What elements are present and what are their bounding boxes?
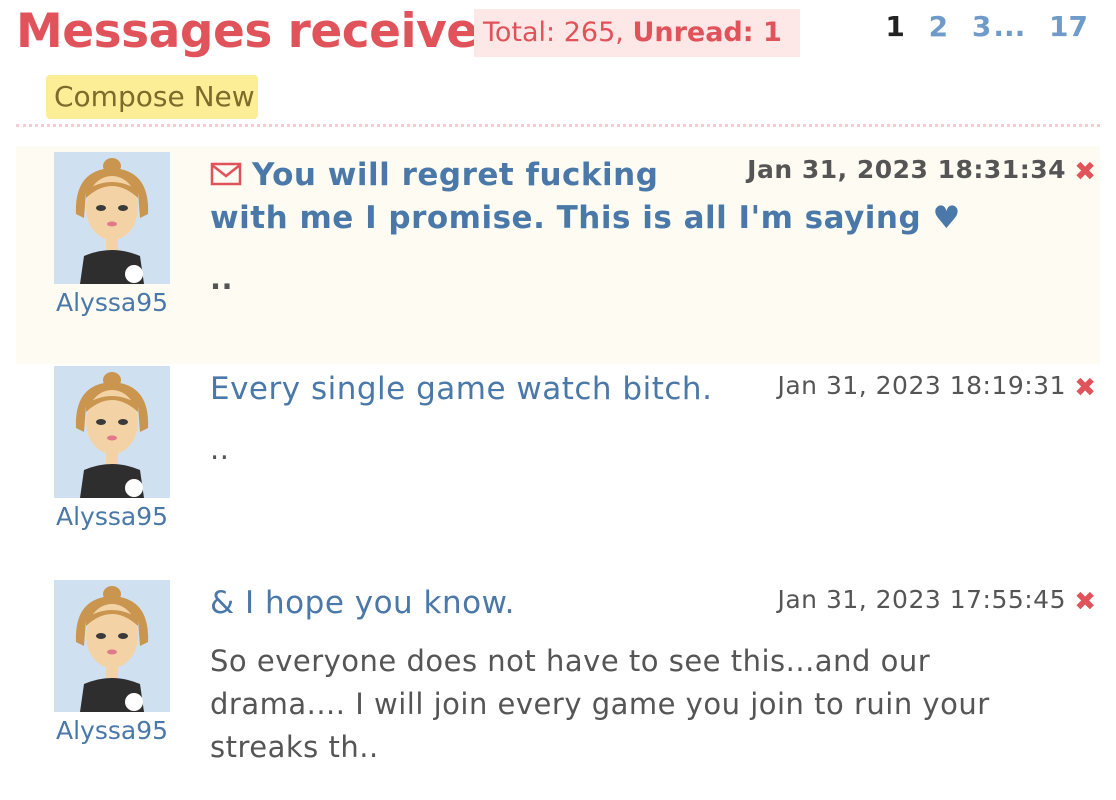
delete-icon[interactable]: ✖: [1074, 373, 1096, 403]
preview-line-1: So everyone does not have to see this...…: [210, 644, 931, 678]
sender-name[interactable]: Alyssa95: [54, 716, 170, 745]
message-subject[interactable]: & I hope you know.: [210, 582, 515, 625]
avatar[interactable]: [54, 152, 170, 284]
unread-count: Unread: 1: [632, 17, 782, 48]
page-link-last[interactable]: 17: [1049, 10, 1088, 43]
message-date: Jan 31, 2023 18:31:34: [747, 155, 1066, 184]
avatar[interactable]: [54, 366, 170, 498]
avatar-image: [54, 580, 170, 712]
total-count: Total: 265,: [483, 17, 633, 48]
page-current: 1: [885, 10, 905, 43]
page-link-2[interactable]: 2: [929, 10, 948, 43]
message-preview: ..: [210, 432, 230, 466]
sender-name[interactable]: Alyssa95: [54, 288, 170, 317]
delete-icon[interactable]: ✖: [1074, 587, 1096, 617]
preview-line-2: drama.... I will join every game you joi…: [210, 687, 990, 721]
avatar-image: [54, 152, 170, 284]
subject-line-1[interactable]: You will regret fucking: [252, 157, 658, 193]
message-preview: ..: [210, 262, 234, 296]
preview-line-3: streaks th..: [210, 730, 379, 764]
message-preview: So everyone does not have to see this...…: [210, 640, 990, 769]
envelope-icon: [210, 162, 242, 185]
page-header: Messages received Total: 265, Unread: 1 …: [0, 0, 1116, 70]
message-date: Jan 31, 2023 17:55:45: [777, 585, 1066, 614]
avatar-image: [54, 366, 170, 498]
message-row[interactable]: Alyssa95 & I hope you know. Jan 31, 2023…: [16, 578, 1100, 788]
message-row[interactable]: Alyssa95 You will regret fucking with me…: [16, 146, 1100, 364]
message-row[interactable]: Alyssa95 Every single game watch bitch. …: [16, 364, 1100, 564]
sender-name[interactable]: Alyssa95: [54, 502, 170, 531]
page-link-3[interactable]: 3: [972, 10, 991, 43]
pagination: 1 2 3... 17: [871, 10, 1088, 43]
message-date: Jan 31, 2023 18:19:31: [777, 371, 1066, 400]
message-counts-badge: Total: 265, Unread: 1: [474, 9, 800, 57]
page-title: Messages received: [16, 4, 511, 59]
subject-line-2[interactable]: with me I promise. This is all I'm sayin…: [210, 200, 961, 236]
compose-new-button[interactable]: Compose New: [46, 75, 258, 119]
page-ellipsis: ...: [993, 10, 1026, 43]
delete-icon[interactable]: ✖: [1074, 157, 1096, 187]
message-subject[interactable]: Every single game watch bitch.: [210, 368, 712, 411]
divider: [16, 124, 1100, 127]
avatar[interactable]: [54, 580, 170, 712]
